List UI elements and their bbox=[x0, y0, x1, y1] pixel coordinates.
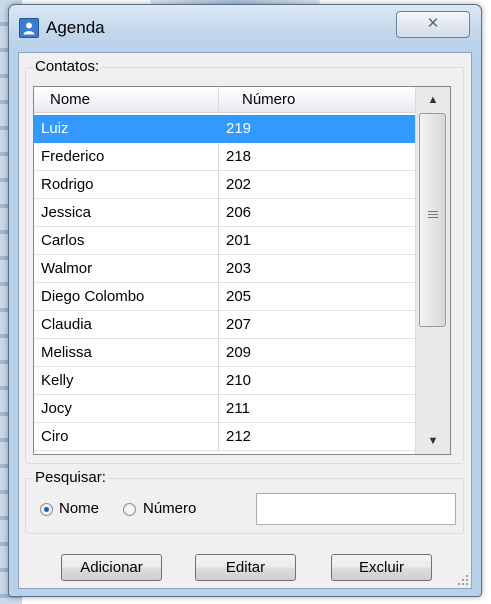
column-header-number[interactable]: Número bbox=[219, 87, 415, 112]
contact-name: Rodrigo bbox=[34, 171, 219, 198]
scroll-up-button[interactable]: ▲ bbox=[416, 87, 450, 113]
search-input[interactable] bbox=[256, 493, 456, 525]
contact-name: Claudia bbox=[34, 311, 219, 338]
title-bar[interactable]: Agenda ✕ bbox=[9, 5, 481, 51]
arrow-down-icon: ▼ bbox=[427, 435, 439, 447]
list-item[interactable]: Kelly 210 bbox=[34, 367, 415, 395]
window-title: Agenda bbox=[46, 18, 105, 37]
contact-name: Jocy bbox=[34, 395, 219, 422]
contact-number: 205 bbox=[226, 288, 252, 305]
grip-icon bbox=[428, 211, 438, 220]
radio-name[interactable] bbox=[40, 503, 53, 516]
contact-number: 206 bbox=[226, 204, 252, 221]
arrow-up-icon: ▲ bbox=[427, 94, 439, 106]
list-item[interactable]: Jocy 211 bbox=[34, 395, 415, 423]
list-item[interactable]: Rodrigo 202 bbox=[34, 171, 415, 199]
radio-name-label[interactable]: Nome bbox=[59, 500, 99, 517]
contact-name: Carlos bbox=[34, 227, 219, 254]
contact-name: Frederico bbox=[34, 143, 219, 170]
edit-button[interactable]: Editar bbox=[195, 554, 296, 581]
contact-number: 209 bbox=[226, 344, 252, 361]
list-item[interactable]: Jessica 206 bbox=[34, 199, 415, 227]
contact-app-icon bbox=[19, 18, 39, 38]
contact-name: Diego Colombo bbox=[34, 283, 219, 310]
contact-number: 218 bbox=[226, 148, 252, 165]
list-item[interactable]: Carlos 201 bbox=[34, 227, 415, 255]
contact-name: Jessica bbox=[34, 199, 219, 226]
search-group-label: Pesquisar: bbox=[33, 469, 108, 486]
contact-number: 207 bbox=[226, 316, 252, 333]
agenda-window: Agenda ✕ Contatos: Nome Número Luiz 219 … bbox=[8, 4, 482, 597]
contacts-group-label: Contatos: bbox=[33, 58, 102, 75]
contact-name: Luiz bbox=[34, 115, 219, 142]
contacts-list[interactable]: Nome Número Luiz 219 Frederico 218 Rodri… bbox=[33, 86, 451, 455]
radio-number[interactable] bbox=[123, 503, 136, 516]
vertical-scrollbar[interactable]: ▲ ▼ bbox=[415, 87, 450, 454]
contact-number: 212 bbox=[226, 428, 252, 445]
close-icon: ✕ bbox=[426, 15, 440, 32]
resize-grip-icon[interactable] bbox=[457, 574, 469, 586]
radio-number-label[interactable]: Número bbox=[143, 500, 196, 517]
contact-number: 202 bbox=[226, 176, 252, 193]
contact-number: 201 bbox=[226, 232, 252, 249]
contact-name: Walmor bbox=[34, 255, 219, 282]
list-item[interactable]: Luiz 219 bbox=[34, 115, 415, 143]
contact-number: 203 bbox=[226, 260, 252, 277]
client-area: Contatos: Nome Número Luiz 219 Frederico… bbox=[18, 52, 472, 589]
column-header-name[interactable]: Nome bbox=[34, 87, 219, 112]
list-item[interactable]: Melissa 209 bbox=[34, 339, 415, 367]
scroll-down-button[interactable]: ▼ bbox=[416, 428, 450, 454]
list-header: Nome Número bbox=[34, 87, 415, 113]
contact-number: 210 bbox=[226, 372, 252, 389]
contact-number: 219 bbox=[226, 120, 252, 137]
contact-name: Kelly bbox=[34, 367, 219, 394]
list-item[interactable]: Claudia 207 bbox=[34, 311, 415, 339]
list-item[interactable]: Walmor 203 bbox=[34, 255, 415, 283]
list-item[interactable]: Ciro 212 bbox=[34, 423, 415, 451]
contact-name: Ciro bbox=[34, 423, 219, 450]
add-button[interactable]: Adicionar bbox=[61, 554, 162, 581]
contact-name: Melissa bbox=[34, 339, 219, 366]
scrollbar-thumb[interactable] bbox=[419, 113, 446, 327]
close-button[interactable]: ✕ bbox=[396, 11, 470, 38]
delete-button[interactable]: Excluir bbox=[331, 554, 432, 581]
contact-number: 211 bbox=[226, 400, 250, 417]
list-item[interactable]: Frederico 218 bbox=[34, 143, 415, 171]
list-item[interactable]: Diego Colombo 205 bbox=[34, 283, 415, 311]
